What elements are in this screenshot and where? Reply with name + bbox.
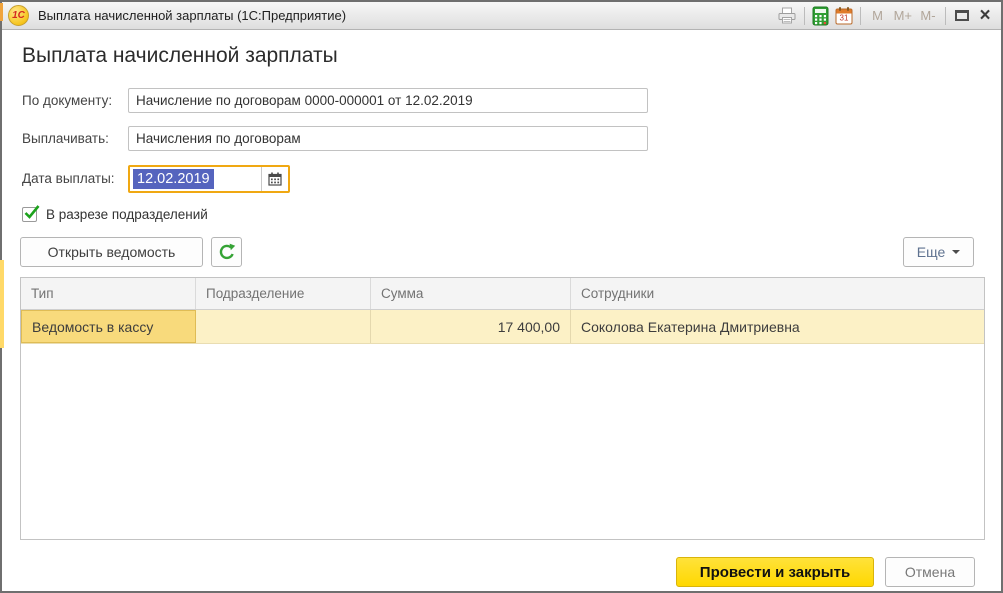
desktop-artifact [0, 260, 4, 348]
by-departments-checkbox[interactable] [22, 207, 37, 222]
post-and-close-button[interactable]: Провести и закрыть [676, 557, 874, 587]
desktop-artifact [0, 3, 3, 21]
titlebar-buttons: 31 M M+ M- × [777, 2, 994, 29]
cancel-button[interactable]: Отмена [885, 557, 975, 587]
maximize-button[interactable] [953, 5, 971, 27]
print-icon[interactable] [777, 5, 797, 27]
pay-date-label: Дата выплаты: [22, 165, 115, 193]
more-button[interactable]: Еще [903, 237, 974, 267]
titlebar-separator [860, 7, 861, 25]
page-title: Выплата начисленной зарплаты [22, 44, 338, 68]
chevron-down-icon [952, 250, 960, 254]
by-document-field[interactable]: Начисление по договорам 0000-000001 от 1… [128, 88, 648, 113]
column-header-type[interactable]: Тип [21, 278, 196, 309]
payments-table: Тип Подразделение Сумма Сотрудники Ведом… [20, 277, 985, 540]
svg-text:31: 31 [839, 14, 848, 23]
cell-type[interactable]: Ведомость в кассу [21, 310, 196, 343]
date-picker-button[interactable] [261, 167, 288, 191]
pay-date-field[interactable]: 12.02.2019 [128, 165, 290, 193]
pay-out-field[interactable]: Начисления по договорам [128, 126, 648, 151]
column-header-amount[interactable]: Сумма [371, 278, 571, 309]
memory-plus-button[interactable]: M+ [893, 5, 913, 27]
more-label: Еще [917, 244, 946, 260]
pay-date-value: 12.02.2019 [133, 169, 214, 189]
mini-calendar-icon [268, 172, 282, 186]
column-header-department[interactable]: Подразделение [196, 278, 371, 309]
close-icon: × [979, 7, 990, 25]
cell-amount[interactable]: 17 400,00 [371, 310, 571, 343]
refresh-button[interactable] [211, 237, 242, 267]
cell-department[interactable] [196, 310, 371, 343]
calendar-icon: 31 [835, 6, 853, 25]
checkmark-icon [23, 204, 41, 221]
dialog-window: 1С Выплата начисленной зарплаты (1С:Пред… [0, 0, 1003, 593]
memory-minus-button[interactable]: M- [918, 5, 938, 27]
titlebar-separator [804, 7, 805, 25]
table-header: Тип Подразделение Сумма Сотрудники [21, 278, 984, 310]
maximize-icon [955, 10, 969, 21]
pay-out-label: Выплачивать: [22, 126, 109, 151]
calculator-icon [812, 6, 829, 26]
memory-recall-button[interactable]: M [868, 5, 888, 27]
column-header-employees[interactable]: Сотрудники [571, 278, 984, 309]
table-row[interactable]: Ведомость в кассу 17 400,00 Соколова Ека… [21, 310, 984, 344]
printer-icon [777, 7, 797, 25]
by-departments-row: В разрезе подразделений [22, 207, 208, 222]
cell-employees[interactable]: Соколова Екатерина Дмитриевна [571, 310, 984, 343]
refresh-icon [218, 243, 236, 261]
open-sheet-button[interactable]: Открыть ведомость [20, 237, 203, 267]
by-document-label: По документу: [22, 88, 112, 113]
1c-logo-icon: 1С [8, 5, 29, 26]
close-button[interactable]: × [976, 5, 994, 27]
calculator-button[interactable] [812, 5, 830, 27]
by-departments-label: В разрезе подразделений [46, 207, 208, 222]
window-title: Выплата начисленной зарплаты (1С:Предпри… [38, 8, 346, 23]
titlebar: 1С Выплата начисленной зарплаты (1С:Пред… [2, 2, 1001, 30]
calendar-button[interactable]: 31 [835, 5, 853, 27]
titlebar-separator [945, 7, 946, 25]
